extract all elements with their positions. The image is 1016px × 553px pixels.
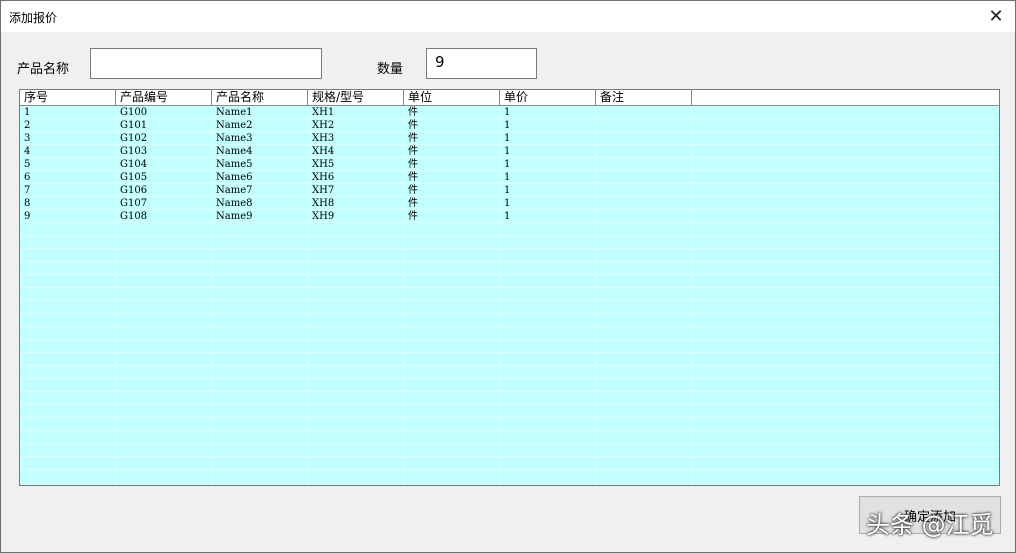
cell-product-code: G107 (120, 198, 148, 209)
title-bar: 添加报价 ✕ (1, 1, 1015, 32)
cell-seq: 5 (24, 159, 31, 170)
cell-product-name: Name7 (216, 185, 253, 196)
cell-seq: 6 (24, 172, 31, 183)
cell-product-name: Name8 (216, 198, 253, 209)
cell-spec-model: XH3 (312, 133, 335, 144)
cell-remarks (596, 145, 600, 158)
cell-remarks (596, 197, 600, 210)
product-grid[interactable]: 序号 产品编号 产品名称 规格/型号 单位 单价 备注 1 G100 Name1 XH1 件 1 2 G1… (19, 89, 1000, 486)
cell-unit: 件 (408, 146, 418, 157)
confirm-add-button[interactable]: 确定添加 (859, 496, 1001, 534)
grid-body[interactable]: 1 G100 Name1 XH1 件 1 2 G101 Name2 XH2 件 1 3 G102 Name3… (20, 106, 999, 485)
table-row[interactable]: 5 G104 Name5 XH5 件 1 (20, 158, 999, 171)
cell-unit-price: 1 (504, 198, 511, 209)
cell-spec-model: XH8 (312, 198, 335, 209)
cell-spec-model: XH4 (312, 146, 335, 157)
cell-spec-model: XH9 (312, 211, 335, 222)
table-row[interactable]: 9 G108 Name9 XH9 件 1 (20, 210, 999, 223)
cell-product-code: G103 (120, 146, 148, 157)
add-quote-dialog: 添加报价 ✕ 产品名称 数量 9 序号 产品编号 产品名称 规格/型号 单位 单价 备注 1… (0, 0, 1016, 553)
column-header-seq[interactable]: 序号 (20, 90, 116, 105)
cell-spec-model: XH6 (312, 172, 335, 183)
cell-unit-price: 1 (504, 159, 511, 170)
cell-unit: 件 (408, 159, 418, 170)
column-header-unit-price[interactable]: 单价 (500, 90, 596, 105)
column-header-product-name[interactable]: 产品名称 (212, 90, 308, 105)
cell-product-name: Name5 (216, 159, 253, 170)
cell-spec-model: XH7 (312, 185, 335, 196)
column-header-unit[interactable]: 单位 (404, 90, 500, 105)
table-row[interactable]: 3 G102 Name3 XH3 件 1 (20, 132, 999, 145)
cell-unit-price: 1 (504, 133, 511, 144)
cell-product-name: Name3 (216, 133, 253, 144)
cell-product-name: Name2 (216, 120, 253, 131)
dialog-title: 添加报价 (9, 11, 58, 25)
cell-unit: 件 (408, 198, 418, 209)
cell-product-name: Name4 (216, 146, 253, 157)
column-header-spec-model[interactable]: 规格/型号 (308, 90, 404, 105)
cell-spec-model: XH2 (312, 120, 335, 131)
cell-product-code: G100 (120, 107, 148, 118)
cell-seq: 2 (24, 120, 31, 131)
quantity-label: 数量 (377, 62, 404, 77)
cell-product-code: G108 (120, 211, 148, 222)
cell-unit-price: 1 (504, 120, 511, 131)
cell-unit-price: 1 (504, 211, 511, 222)
table-row[interactable]: 7 G106 Name7 XH7 件 1 (20, 184, 999, 197)
table-row[interactable]: 4 G103 Name4 XH4 件 1 (20, 145, 999, 158)
column-header-product-code[interactable]: 产品编号 (116, 90, 212, 105)
cell-unit: 件 (408, 211, 418, 222)
cell-unit-price: 1 (504, 185, 511, 196)
cell-seq: 1 (24, 107, 31, 118)
table-row[interactable]: 6 G105 Name6 XH6 件 1 (20, 171, 999, 184)
cell-remarks (596, 171, 600, 184)
cell-seq: 3 (24, 133, 31, 144)
column-header-remarks[interactable]: 备注 (596, 90, 692, 105)
cell-seq: 7 (24, 185, 31, 196)
cell-unit: 件 (408, 172, 418, 183)
grid-header: 序号 产品编号 产品名称 规格/型号 单位 单价 备注 (20, 90, 999, 106)
cell-spec-model: XH1 (312, 107, 335, 118)
cell-unit: 件 (408, 185, 418, 196)
cell-remarks (596, 132, 600, 145)
product-name-label: 产品名称 (17, 62, 70, 77)
cell-product-code: G101 (120, 120, 148, 131)
close-icon[interactable]: ✕ (977, 1, 1015, 32)
cell-unit-price: 1 (504, 172, 511, 183)
cell-spec-model: XH5 (312, 159, 335, 170)
cell-seq: 9 (24, 211, 31, 222)
product-name-input[interactable] (90, 48, 322, 79)
cell-product-name: Name1 (216, 107, 253, 118)
cell-unit: 件 (408, 120, 418, 131)
table-row[interactable]: 1 G100 Name1 XH1 件 1 (20, 106, 999, 119)
cell-seq: 4 (24, 146, 31, 157)
cell-seq: 8 (24, 198, 31, 209)
cell-remarks (596, 106, 600, 119)
cell-unit: 件 (408, 133, 418, 144)
table-row[interactable]: 8 G107 Name8 XH8 件 1 (20, 197, 999, 210)
cell-product-name: Name6 (216, 172, 253, 183)
cell-product-code: G106 (120, 185, 148, 196)
quantity-input[interactable]: 9 (426, 48, 537, 79)
cell-unit-price: 1 (504, 146, 511, 157)
table-row[interactable]: 2 G101 Name2 XH2 件 1 (20, 119, 999, 132)
cell-product-code: G104 (120, 159, 148, 170)
cell-product-name: Name9 (216, 211, 253, 222)
cell-remarks (596, 158, 600, 171)
cell-unit: 件 (408, 107, 418, 118)
cell-product-code: G105 (120, 172, 148, 183)
cell-remarks (596, 184, 600, 197)
cell-remarks (596, 210, 600, 223)
cell-product-code: G102 (120, 133, 148, 144)
cell-unit-price: 1 (504, 107, 511, 118)
cell-remarks (596, 119, 600, 132)
